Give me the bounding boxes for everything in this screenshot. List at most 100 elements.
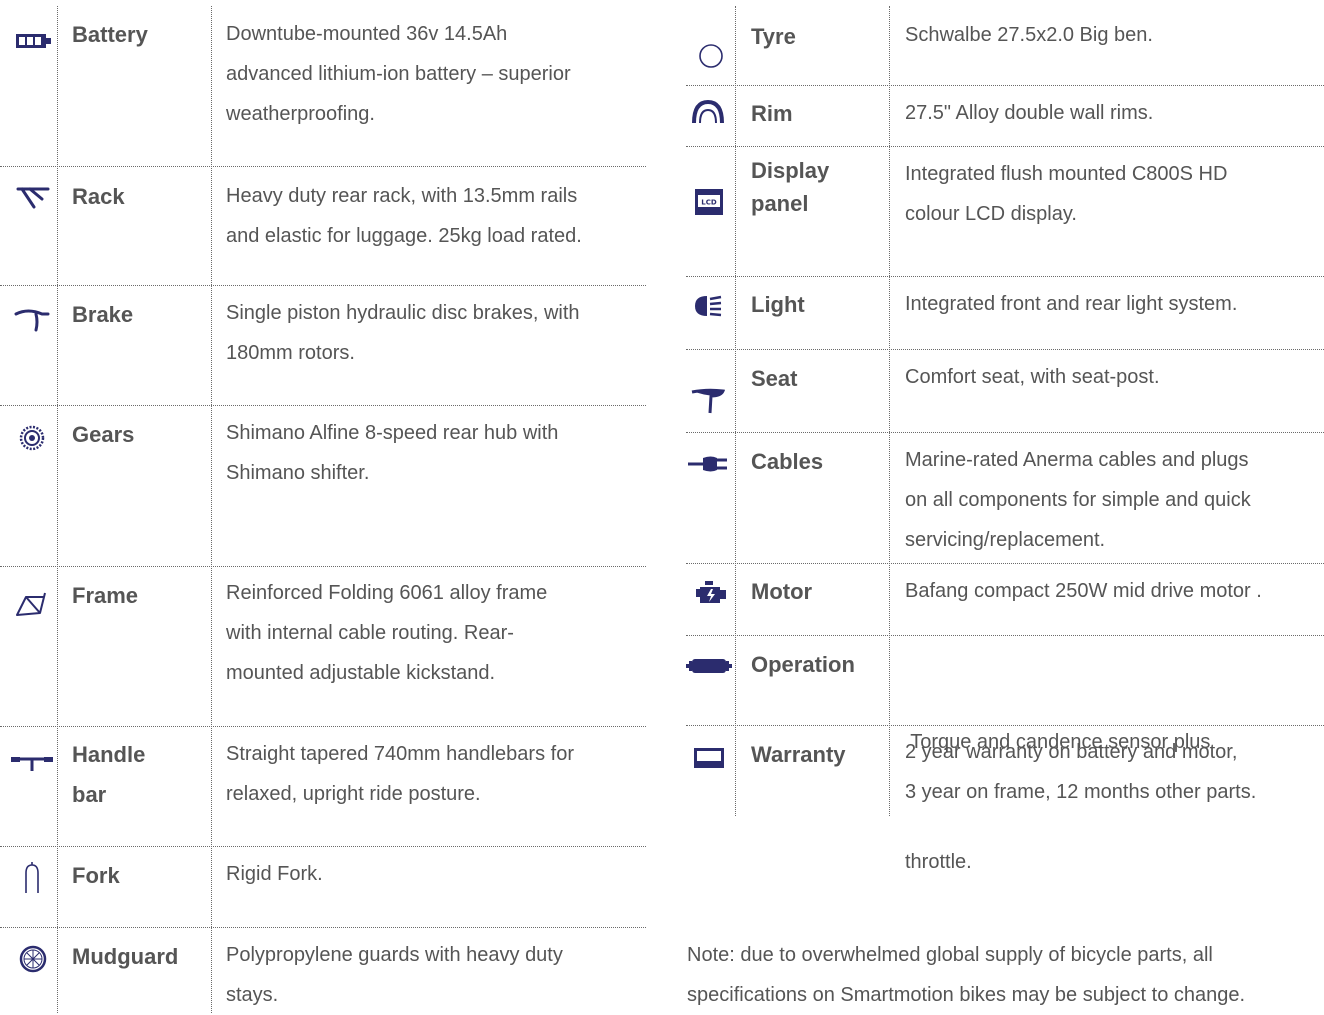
spec-row-seat: Seat Comfort seat, with seat-post. — [686, 350, 1324, 433]
desc-line: mounted adjustable kickstand. — [226, 662, 496, 684]
spec-row-light: Light Integrated front and rear light sy… — [686, 277, 1324, 350]
left-spec-table: Battery Downtube-mounted 36v 14.5Ah adva… — [0, 0, 646, 1013]
warranty-card-icon — [694, 748, 724, 768]
spec-row-brake: Brake Single piston hydraulic disc brake… — [0, 286, 646, 406]
spec-row-gears: Gears Shimano Alfine 8-speed rear hub wi… — [0, 406, 646, 567]
spec-row-mudguard: Mudguard Polypropylene guards with heavy… — [0, 928, 646, 1013]
desc-line: Heavy duty rear rack, with 13.5mm rails — [226, 185, 578, 207]
label-line: Motor — [751, 579, 813, 604]
spec-label-operation: Operation — [751, 645, 855, 685]
label-line: Fork — [72, 863, 120, 888]
desc-line: Straight tapered 740mm handlebars for — [226, 743, 574, 765]
spec-label-warranty: Warranty — [751, 735, 846, 775]
spec-desc-mudguard: Polypropylene guards with heavy duty sta… — [226, 935, 563, 1015]
label-line: Rack — [72, 184, 125, 209]
desc-line: Comfort seat, with seat-post. — [905, 366, 1160, 388]
label-line: Rim — [751, 101, 793, 126]
spec-label-brake: Brake — [72, 295, 133, 335]
headlight-icon — [695, 295, 722, 317]
label-line: Frame — [72, 583, 139, 608]
desc-line: 3 year on frame, 12 months other parts. — [905, 781, 1257, 803]
desc-line: advanced lithium-ion battery – superior — [226, 63, 571, 85]
desc-line: Polypropylene guards with heavy duty — [226, 944, 563, 966]
spec-label-mudguard: Mudguard — [72, 937, 178, 977]
gear-cassette-icon — [19, 425, 45, 451]
spec-label-cables: Cables — [751, 442, 823, 482]
spec-label-rack: Rack — [72, 177, 125, 217]
spec-label-seat: Seat — [751, 359, 797, 399]
spec-desc-battery: Downtube-mounted 36v 14.5Ah advanced lit… — [226, 14, 571, 134]
desc-line: with internal cable routing. Rear- — [226, 622, 514, 644]
spec-label-tyre: Tyre — [751, 17, 796, 57]
spec-row-warranty: Warranty 2 year warranty on battery and … — [686, 726, 1324, 820]
desc-line: Rigid Fork. — [226, 863, 323, 885]
desc-line: servicing/replacement. — [905, 529, 1106, 551]
label-line: bar — [72, 782, 107, 807]
spec-label-handlebar: Handle bar — [72, 735, 145, 815]
desc-line: Shimano shifter. — [226, 462, 370, 484]
spec-row-motor: Motor Bafang compact 250W mid drive moto… — [686, 564, 1324, 636]
desc-line: stays. — [226, 984, 279, 1006]
label-line: Seat — [751, 366, 798, 391]
spec-desc-light: Integrated front and rear light system. — [905, 284, 1237, 324]
spec-desc-seat: Comfort seat, with seat-post. — [905, 357, 1160, 397]
desc-line: Reinforced Folding 6061 alloy frame — [226, 582, 548, 604]
motor-icon — [696, 581, 726, 603]
label-line: Brake — [72, 302, 134, 327]
mudguard-wheel-icon — [19, 945, 47, 973]
desc-line: 2 year warranty on battery and motor, — [905, 741, 1238, 763]
handlebar-icon — [11, 757, 53, 771]
rim-icon — [692, 99, 724, 124]
lcd-display-icon: LCD — [695, 189, 723, 215]
disclaimer-note: Note: due to overwhelmed global supply o… — [687, 935, 1245, 1015]
label-line: Tyre — [751, 24, 796, 49]
label-line: Cables — [751, 449, 824, 474]
label-line: Operation — [751, 652, 855, 677]
spec-desc-brake: Single piston hydraulic disc brakes, wit… — [226, 293, 580, 373]
desc-line: Downtube-mounted 36v 14.5Ah — [226, 23, 508, 45]
label-line: Gears — [72, 422, 135, 447]
spec-row-fork: Fork Rigid Fork. — [0, 847, 646, 928]
desc-line: on all components for simple and quick — [905, 489, 1251, 511]
spec-row-rack: Rack Heavy duty rear rack, with 13.5mm r… — [0, 167, 646, 286]
spec-row-tyre: Tyre Schwalbe 27.5x2.0 Big ben. — [686, 0, 1324, 86]
spec-label-light: Light — [751, 285, 805, 325]
desc-line: Marine-rated Anerma cables and plugs — [905, 449, 1249, 471]
brake-lever-icon — [14, 309, 50, 332]
spec-row-frame: Frame Reinforced Folding 6061 alloy fram… — [0, 567, 646, 727]
desc-line: 27.5" Alloy double wall rims. — [905, 102, 1154, 124]
label-line: Light — [751, 292, 805, 317]
spec-desc-tyre: Schwalbe 27.5x2.0 Big ben. — [905, 15, 1153, 55]
battery-icon — [16, 34, 51, 48]
right-spec-table: Tyre Schwalbe 27.5x2.0 Big ben. Rim 27.5… — [686, 0, 1324, 873]
label-line: Warranty — [751, 742, 846, 767]
spec-label-frame: Frame — [72, 576, 138, 616]
desc-line: and elastic for luggage. 25kg load rated… — [226, 225, 582, 247]
lcd-icon-text: LCD — [701, 199, 717, 207]
sensor-icon — [686, 659, 732, 673]
note-line: specifications on Smartmotion bikes may … — [687, 984, 1246, 1006]
spec-row-display: LCD Display panel Integrated flush mount… — [686, 147, 1324, 277]
desc-line: throttle. — [905, 851, 972, 873]
spec-desc-display: Integrated flush mounted C800S HD colour… — [905, 154, 1227, 234]
spec-desc-fork: Rigid Fork. — [226, 854, 323, 894]
spec-row-operation: Operation Torque and candence sensor plu… — [686, 636, 1324, 873]
spec-label-rim: Rim — [751, 94, 793, 134]
fork-icon — [25, 862, 39, 893]
spec-desc-cables: Marine-rated Anerma cables and plugs on … — [905, 440, 1251, 560]
label-line: Handle — [72, 742, 146, 767]
desc-line: relaxed, upright ride posture. — [226, 783, 481, 805]
desc-line: Bafang compact 250W mid drive motor . — [905, 580, 1262, 602]
spec-desc-frame: Reinforced Folding 6061 alloy frame with… — [226, 573, 547, 693]
spec-label-motor: Motor — [751, 572, 812, 612]
tyre-icon — [699, 44, 723, 68]
label-line: Battery — [72, 22, 148, 47]
desc-line: Single piston hydraulic disc brakes, wit… — [226, 302, 580, 324]
spec-desc-handlebar: Straight tapered 740mm handlebars for re… — [226, 734, 574, 814]
spec-label-fork: Fork — [72, 856, 120, 896]
cable-plug-icon — [688, 456, 727, 472]
spec-label-battery: Battery — [72, 15, 148, 55]
label-line: panel — [751, 191, 809, 216]
spec-desc-motor: Bafang compact 250W mid drive motor . — [905, 571, 1262, 611]
spec-row-battery: Battery Downtube-mounted 36v 14.5Ah adva… — [0, 0, 646, 167]
